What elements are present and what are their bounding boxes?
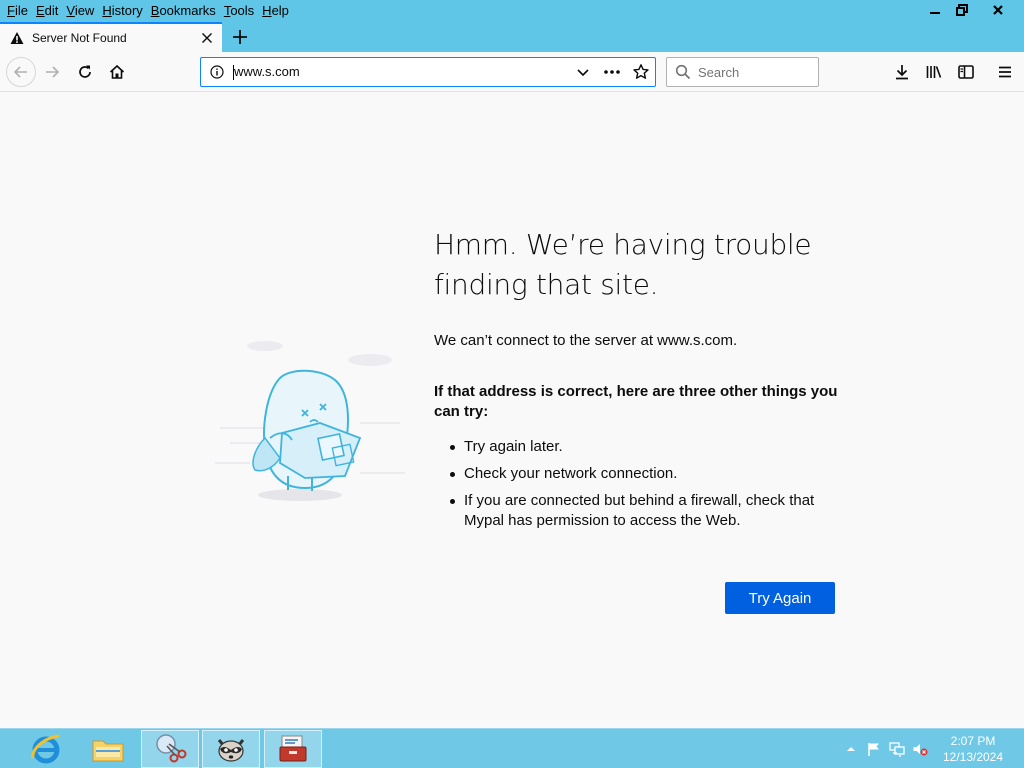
library-button[interactable] [920, 58, 948, 86]
back-button[interactable] [6, 57, 36, 87]
downloads-button[interactable] [888, 58, 916, 86]
mypal-raccoon-icon [217, 739, 245, 762]
reload-icon [79, 65, 91, 78]
clock-date: 12/13/2024 [942, 750, 1004, 764]
url-input[interactable]: www.s.com [234, 58, 300, 86]
bookmark-star-icon[interactable] [632, 63, 650, 81]
tab-close-icon[interactable] [200, 31, 214, 45]
show-hidden-icons-icon[interactable] [843, 741, 859, 757]
home-button[interactable] [103, 58, 131, 86]
snipping-tool-icon [156, 734, 187, 763]
taskbar: 2:07 PM 12/13/2024 [0, 728, 1024, 768]
menu-edit[interactable]: Edit [32, 1, 62, 21]
info-icon[interactable] [210, 65, 224, 79]
minimize-button[interactable] [922, 0, 948, 20]
confused-monster-illustration [215, 341, 405, 501]
taskbar-file-explorer[interactable] [79, 730, 137, 768]
url-bar[interactable]: www.s.com [200, 57, 656, 87]
restore-icon [956, 4, 968, 16]
new-tab-icon[interactable] [230, 27, 250, 47]
file-explorer-icon [92, 740, 124, 762]
search-input[interactable] [698, 58, 813, 86]
menu-history[interactable]: History [98, 1, 146, 21]
close-icon [993, 5, 1003, 15]
tab-strip: Server Not Found [0, 22, 1024, 52]
system-tray [843, 729, 935, 768]
taskbar-internet-explorer[interactable] [17, 730, 75, 768]
internet-explorer-icon [31, 734, 60, 764]
text-cursor [233, 65, 234, 80]
download-icon [896, 65, 908, 80]
navigation-bar: www.s.com [0, 52, 1024, 92]
error-title: Hmm. We’re having trouble finding that s… [434, 228, 812, 301]
tab-title: Server Not Found [32, 31, 127, 45]
tab-server-not-found[interactable]: Server Not Found [0, 22, 222, 52]
tip-item: Check your network connection. [434, 464, 834, 484]
home-icon [109, 64, 125, 79]
hamburger-menu-icon [999, 66, 1011, 78]
taskbar-snipping-tool[interactable] [141, 730, 199, 768]
system-clock[interactable]: 2:07 PM 12/13/2024 [938, 733, 1008, 765]
taskbar-toolbox[interactable] [264, 730, 322, 768]
menu-help[interactable]: Help [258, 1, 293, 21]
search-bar[interactable] [666, 57, 819, 87]
menu-view[interactable]: View [62, 1, 98, 21]
network-icon[interactable] [889, 741, 905, 757]
error-page: Hmm. We’re having trouble finding that s… [0, 93, 1024, 728]
tip-item: Try again later. [434, 437, 834, 457]
minimize-icon [930, 12, 940, 14]
tips-list: Try again later. Check your network conn… [434, 437, 834, 538]
reload-button[interactable] [71, 58, 99, 86]
action-center-flag-icon[interactable] [866, 741, 882, 757]
tips-heading: If that address is correct, here are thr… [434, 383, 838, 420]
title-bar: File Edit View History Bookmarks Tools H… [0, 0, 1024, 22]
sidebar-button[interactable] [952, 58, 980, 86]
taskbar-mypal[interactable] [202, 730, 260, 768]
back-arrow-icon [13, 66, 27, 78]
forward-button[interactable] [38, 58, 66, 86]
open-menu-button[interactable] [991, 58, 1019, 86]
tip-item: If you are connected but behind a firewa… [434, 491, 834, 531]
volume-muted-icon[interactable] [912, 741, 928, 757]
chevron-down-icon[interactable] [575, 64, 591, 80]
menu-file[interactable]: File [3, 1, 32, 21]
toolbox-icon [279, 735, 307, 762]
menu-tools[interactable]: Tools [220, 1, 258, 21]
try-again-button[interactable]: Try Again [725, 582, 835, 614]
page-actions-icon[interactable] [603, 64, 621, 80]
forward-arrow-icon [46, 66, 60, 78]
search-icon [675, 64, 691, 80]
library-icon [926, 66, 942, 78]
sidebar-icon [958, 65, 974, 79]
restore-button[interactable] [949, 0, 975, 20]
warning-icon [10, 32, 24, 44]
clock-time: 2:07 PM [950, 734, 996, 748]
error-description: We can’t connect to the server at www.s.… [434, 332, 738, 349]
close-window-button[interactable] [976, 0, 1020, 20]
menu-bookmarks[interactable]: Bookmarks [147, 1, 220, 21]
menu-bar: File Edit View History Bookmarks Tools H… [0, 0, 293, 22]
